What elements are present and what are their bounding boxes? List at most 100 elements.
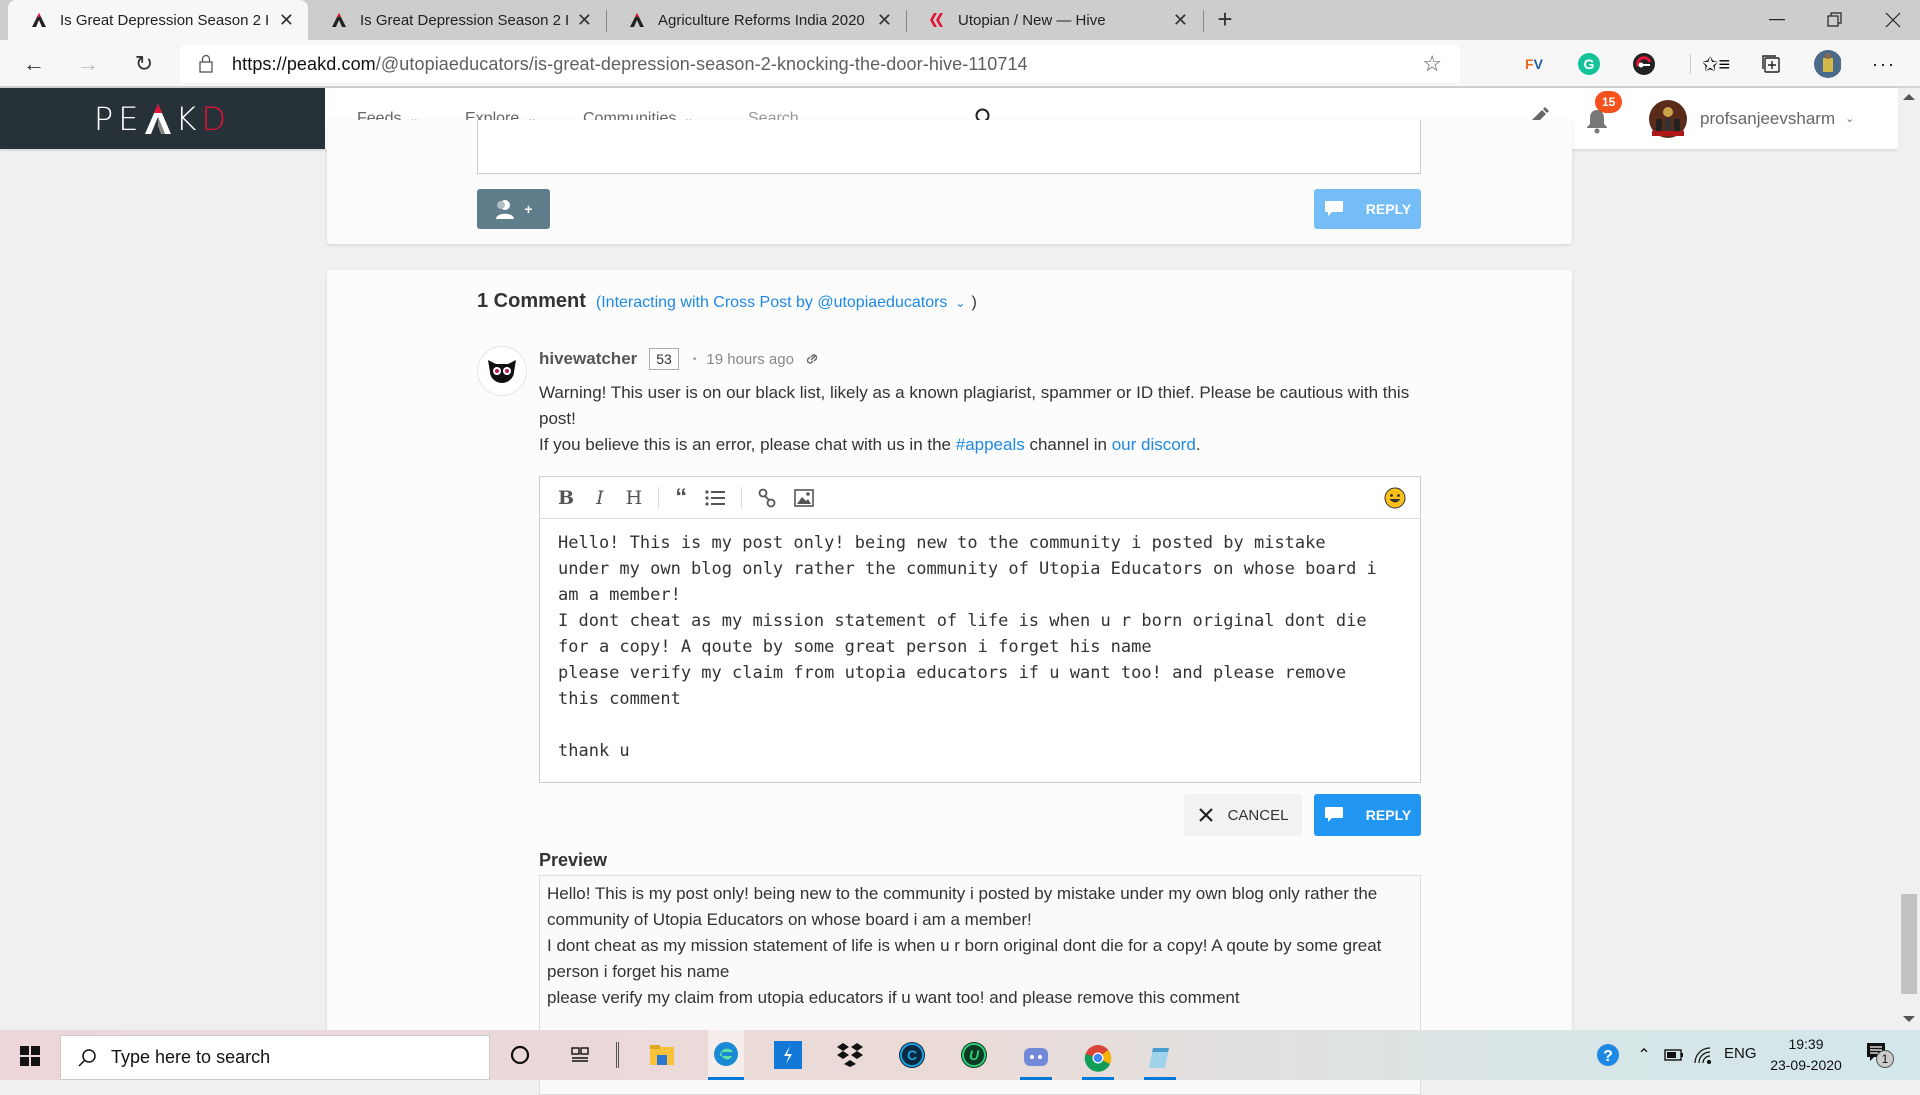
reply-label: REPLY — [1365, 201, 1412, 217]
system-clock[interactable]: 19:39 23-09-2020 — [1766, 1034, 1846, 1076]
cortana-icon[interactable] — [504, 1039, 536, 1071]
browser-tab[interactable]: Is Great Depression Season 2 Knocking th… — [308, 0, 606, 40]
user-avatar[interactable] — [1648, 99, 1688, 139]
refresh-button[interactable]: ↻ — [128, 48, 160, 80]
profile-avatar[interactable] — [1813, 50, 1841, 78]
app-icon-c[interactable]: C — [896, 1039, 928, 1071]
user-icon — [496, 200, 515, 219]
minimize-button[interactable] — [1748, 0, 1806, 40]
owl-icon — [488, 360, 516, 383]
notifications-button[interactable]: 15 — [1585, 91, 1623, 139]
scrollbar-thumb[interactable] — [1901, 894, 1917, 994]
italic-button[interactable]: I — [596, 487, 604, 509]
browser-tab-active[interactable]: Is Great Depression Season 2 Knocking th… — [8, 0, 308, 40]
emoji-button[interactable] — [1384, 487, 1406, 509]
chevron-up-icon[interactable]: ⌃ — [1628, 1039, 1660, 1071]
wifi-icon[interactable] — [1686, 1039, 1718, 1071]
url-host: https://peakd.com — [232, 53, 376, 74]
logo-text: PE — [93, 99, 144, 138]
hive-logo-icon — [928, 11, 946, 29]
more-icon[interactable]: ··· — [1870, 50, 1898, 78]
svg-text:G: G — [1584, 56, 1595, 72]
browser-tab-bar: Is Great Depression Season 2 Knocking th… — [0, 0, 1920, 40]
tab-close-icon[interactable]: ✕ — [577, 10, 592, 31]
keeper-icon[interactable] — [1630, 50, 1658, 78]
back-button[interactable]: ← — [18, 48, 50, 80]
username: profsanjeevsharm — [1700, 108, 1836, 128]
user-menu[interactable]: profsanjeevsharm ⌄ — [1700, 88, 1854, 149]
browser-tab[interactable]: Utopian / New — Hive ✕ — [906, 0, 1202, 40]
quote-button[interactable]: “ — [675, 485, 687, 509]
app-icon-blue[interactable] — [772, 1039, 804, 1071]
tab-title: Agriculture Reforms India 2020 | PeakD — [658, 11, 866, 29]
editor-toolbar: B I H “ — [540, 477, 1420, 519]
taskbar-search-placeholder: Type here to search — [111, 1047, 271, 1067]
new-tab-button[interactable]: + — [1210, 4, 1240, 34]
add-favorite-icon[interactable]: ☆ — [1422, 51, 1442, 77]
tab-close-icon[interactable]: ✕ — [877, 10, 892, 31]
close-icon — [1198, 808, 1213, 822]
peakd-logo-icon — [330, 11, 348, 29]
discord-icon[interactable] — [1020, 1039, 1052, 1080]
text: channel in — [1024, 435, 1112, 454]
comment-time[interactable]: 19 hours ago — [706, 351, 794, 368]
appeals-link[interactable]: #appeals — [956, 435, 1025, 454]
preview-paragraph: please verify my claim from utopia educa… — [547, 988, 1240, 1007]
discord-link[interactable]: our discord — [1112, 435, 1196, 454]
logo-text: K — [175, 99, 202, 138]
comment-appeal-line: If you believe this is an error, please … — [539, 432, 1439, 458]
forward-button[interactable]: → — [72, 48, 104, 80]
bold-button[interactable]: B — [558, 487, 574, 509]
edge-browser-icon[interactable] — [708, 1030, 744, 1080]
cross-post-link[interactable]: Interacting with Cross Post by @utopiaed… — [601, 294, 947, 312]
grammarly-icon[interactable]: G — [1575, 50, 1603, 78]
restore-button[interactable] — [1806, 0, 1864, 40]
comment-warning: Warning! This user is on our black list,… — [539, 383, 1410, 428]
comment-author[interactable]: hivewatcher — [539, 349, 637, 369]
app-icon-u[interactable]: U — [958, 1039, 990, 1071]
collections-icon[interactable] — [1757, 50, 1785, 78]
chevron-down-icon[interactable]: ⌄ — [955, 296, 965, 310]
heading-button[interactable]: H — [626, 487, 643, 509]
add-beneficiary-button[interactable]: + — [477, 189, 550, 229]
commenter-avatar[interactable] — [477, 346, 527, 396]
taskbar-search[interactable]: Type here to search — [60, 1035, 490, 1080]
reply-button[interactable]: REPLY — [1314, 794, 1421, 836]
windows-start-icon[interactable] — [20, 1046, 40, 1066]
insert-link-button[interactable] — [758, 488, 776, 508]
task-view-icon[interactable] — [564, 1039, 596, 1071]
logo-text-red: D — [201, 99, 232, 138]
cancel-label: CANCEL — [1227, 806, 1289, 824]
insert-image-button[interactable] — [794, 488, 814, 507]
close-window-button[interactable] — [1864, 0, 1920, 40]
tab-close-icon[interactable]: ✕ — [279, 10, 294, 31]
list-button[interactable] — [705, 489, 726, 506]
dropbox-icon[interactable] — [834, 1039, 866, 1071]
scroll-up-arrow[interactable] — [1903, 94, 1915, 100]
scroll-down-arrow[interactable] — [1903, 1016, 1915, 1022]
favorites-icon[interactable]: ✩≡ — [1702, 50, 1730, 78]
file-explorer-icon[interactable] — [646, 1039, 678, 1071]
reply-button-disabled[interactable]: REPLY — [1314, 189, 1421, 229]
tab-close-icon[interactable]: ✕ — [1173, 10, 1188, 31]
page-scrollbar[interactable] — [1898, 88, 1920, 1030]
url-text: https://peakd.com/@utopiaeducators/is-gr… — [232, 54, 1028, 75]
svg-text:?: ? — [1603, 1048, 1613, 1065]
peakd-logo-icon — [30, 11, 48, 29]
peakd-logo[interactable]: PE KD — [0, 88, 325, 149]
browser-tab[interactable]: Agriculture Reforms India 2020 | PeakD ✕ — [606, 0, 906, 40]
taskbar-divider — [616, 1042, 619, 1068]
reply-textarea[interactable] — [477, 120, 1421, 174]
help-icon[interactable]: ? — [1592, 1039, 1624, 1071]
comments-header: 1 Comment ( Interacting with Cross Post … — [477, 290, 977, 313]
cancel-button[interactable]: CANCEL — [1184, 794, 1302, 836]
link-icon[interactable] — [804, 351, 820, 367]
action-center-button[interactable]: 1 — [1866, 1042, 1894, 1069]
language-indicator[interactable]: ENG — [1724, 1045, 1757, 1062]
reply-textarea[interactable]: Hello! This is my post only! being new t… — [558, 530, 1408, 764]
chrome-icon[interactable] — [1082, 1039, 1114, 1080]
fv-extension-icon[interactable]: FV — [1520, 50, 1548, 78]
preview-label: Preview — [539, 850, 608, 870]
notepad-icon[interactable] — [1144, 1039, 1176, 1080]
address-bar[interactable]: https://peakd.com/@utopiaeducators/is-gr… — [180, 45, 1460, 83]
